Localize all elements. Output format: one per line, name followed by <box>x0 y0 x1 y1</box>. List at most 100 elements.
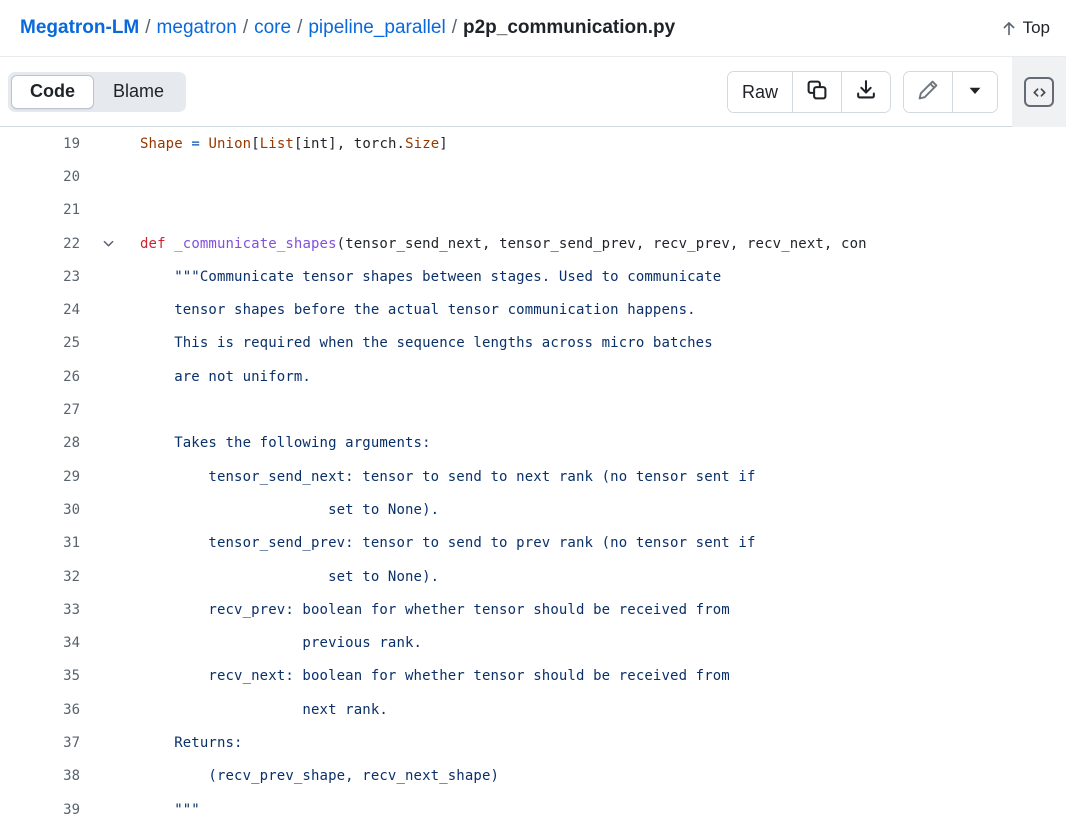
code-token: are not uniform. <box>140 368 311 385</box>
code-line: 31 tensor_send_prev: tensor to send to p… <box>0 527 1066 560</box>
scroll-to-top-link[interactable]: Top <box>1001 18 1050 38</box>
code-line: 27 <box>0 393 1066 426</box>
breadcrumb-repo-link[interactable]: Megatron-LM <box>20 17 139 39</box>
line-content: recv_next: boolean for whether tensor sh… <box>140 668 1066 684</box>
line-number[interactable]: 26 <box>0 369 80 385</box>
code-line: 21 <box>0 194 1066 227</box>
raw-actions-group: Raw <box>726 71 891 113</box>
code-token: """ <box>140 801 200 818</box>
edit-actions-group <box>903 71 998 113</box>
line-number[interactable]: 19 <box>0 136 80 152</box>
code-token: set to None). <box>140 501 440 518</box>
code-token: next rank. <box>140 701 388 718</box>
line-content: tensor_send_prev: tensor to send to prev… <box>140 535 1066 551</box>
code-token: [ <box>251 135 260 152</box>
view-switch-group: Code Blame <box>8 71 187 112</box>
code-line: 36 next rank. <box>0 693 1066 726</box>
breadcrumb-separator-4: / <box>451 17 457 38</box>
code-token: recv_next: boolean for whether tensor sh… <box>140 668 730 685</box>
code-token: recv_prev: boolean for whether tensor sh… <box>140 601 730 618</box>
line-content: tensor shapes before the actual tensor c… <box>140 302 1066 318</box>
code-token: ] <box>439 135 448 152</box>
line-content: def _communicate_shapes(tensor_send_next… <box>140 236 1066 252</box>
copy-icon <box>806 79 828 106</box>
scroll-to-top-label: Top <box>1022 18 1050 37</box>
line-content: """Communicate tensor shapes between sta… <box>140 269 1066 285</box>
code-line: 19 Shape = Union[List[int], torch.Size] <box>0 127 1066 160</box>
code-token: Returns: <box>140 734 243 751</box>
line-number[interactable]: 31 <box>0 535 80 551</box>
code-token: (tensor_send_next, tensor_send_prev, rec… <box>336 235 867 252</box>
code-line: 35 recv_next: boolean for whether tensor… <box>0 660 1066 693</box>
line-number[interactable]: 28 <box>0 435 80 451</box>
line-content: (recv_prev_shape, recv_next_shape) <box>140 768 1066 784</box>
raw-button[interactable]: Raw <box>727 72 792 112</box>
file-header: Megatron-LM / megatron / core / pipeline… <box>0 0 1066 57</box>
code-line: 29 tensor_send_next: tensor to send to n… <box>0 460 1066 493</box>
code-line: 28 Takes the following arguments: <box>0 427 1066 460</box>
code-token: previous rank. <box>140 635 423 652</box>
line-number[interactable]: 25 <box>0 335 80 351</box>
line-content: Shape = Union[List[int], torch.Size] <box>140 136 1066 152</box>
code-token: Size <box>405 135 440 152</box>
code-token: def <box>140 235 166 252</box>
line-content: Takes the following arguments: <box>140 435 1066 451</box>
breadcrumb-dir-megatron[interactable]: megatron <box>157 17 237 39</box>
line-content: are not uniform. <box>140 369 1066 385</box>
line-content: previous rank. <box>140 635 1066 651</box>
code-token: This is required when the sequence lengt… <box>140 335 713 352</box>
line-number[interactable]: 33 <box>0 602 80 618</box>
code-viewer[interactable]: 19 Shape = Union[List[int], torch.Size] 20… <box>0 127 1066 823</box>
code-line: 37 Returns: <box>0 726 1066 759</box>
line-number[interactable]: 39 <box>0 802 80 818</box>
line-number[interactable]: 30 <box>0 502 80 518</box>
code-brackets-icon[interactable] <box>1024 77 1054 107</box>
copy-raw-button[interactable] <box>792 72 841 112</box>
code-token: tensor_send_next: tensor to send to next… <box>140 468 756 485</box>
code-line: 32 set to None). <box>0 560 1066 593</box>
line-content: tensor_send_next: tensor to send to next… <box>140 469 1066 485</box>
code-token: [int], torch. <box>293 135 406 152</box>
line-content: """ <box>140 802 1066 818</box>
pencil-icon <box>917 79 939 106</box>
code-view-panel <box>1012 57 1066 127</box>
breadcrumb-dir-pipeline-parallel[interactable]: pipeline_parallel <box>308 17 445 39</box>
toolbar-actions: Raw <box>726 57 1066 127</box>
fold-chevron-down-icon[interactable] <box>80 236 140 251</box>
line-number[interactable]: 36 <box>0 702 80 718</box>
code-line: 24 tensor shapes before the actual tenso… <box>0 293 1066 326</box>
download-icon <box>855 79 877 106</box>
line-number[interactable]: 29 <box>0 469 80 485</box>
line-number[interactable]: 23 <box>0 269 80 285</box>
code-token: = <box>191 135 200 152</box>
breadcrumb-separator-3: / <box>297 17 303 38</box>
edit-dropdown-button[interactable] <box>952 72 997 112</box>
breadcrumb-dir-core[interactable]: core <box>254 17 291 39</box>
edit-file-button[interactable] <box>904 72 952 112</box>
line-number[interactable]: 37 <box>0 735 80 751</box>
line-content: set to None). <box>140 502 1066 518</box>
line-number[interactable]: 34 <box>0 635 80 651</box>
line-number[interactable]: 21 <box>0 202 80 218</box>
line-content: next rank. <box>140 702 1066 718</box>
file-toolbar: Code Blame Raw <box>0 57 1066 127</box>
code-token: List <box>259 135 294 152</box>
code-token: _communicate_shapes <box>174 235 337 252</box>
code-line: 39 """ <box>0 793 1066 823</box>
line-number[interactable]: 35 <box>0 668 80 684</box>
code-token: Shape <box>140 135 183 152</box>
line-number[interactable]: 38 <box>0 768 80 784</box>
code-line: 34 previous rank. <box>0 626 1066 659</box>
line-content: This is required when the sequence lengt… <box>140 335 1066 351</box>
code-line: 33 recv_prev: boolean for whether tensor… <box>0 593 1066 626</box>
download-button[interactable] <box>841 72 890 112</box>
code-line: 38 (recv_prev_shape, recv_next_shape) <box>0 760 1066 793</box>
tab-code[interactable]: Code <box>11 74 94 109</box>
line-number[interactable]: 27 <box>0 402 80 418</box>
line-number[interactable]: 24 <box>0 302 80 318</box>
line-number[interactable]: 20 <box>0 169 80 185</box>
tab-blame[interactable]: Blame <box>94 75 183 109</box>
line-number[interactable]: 32 <box>0 569 80 585</box>
line-number[interactable]: 22 <box>0 236 80 252</box>
